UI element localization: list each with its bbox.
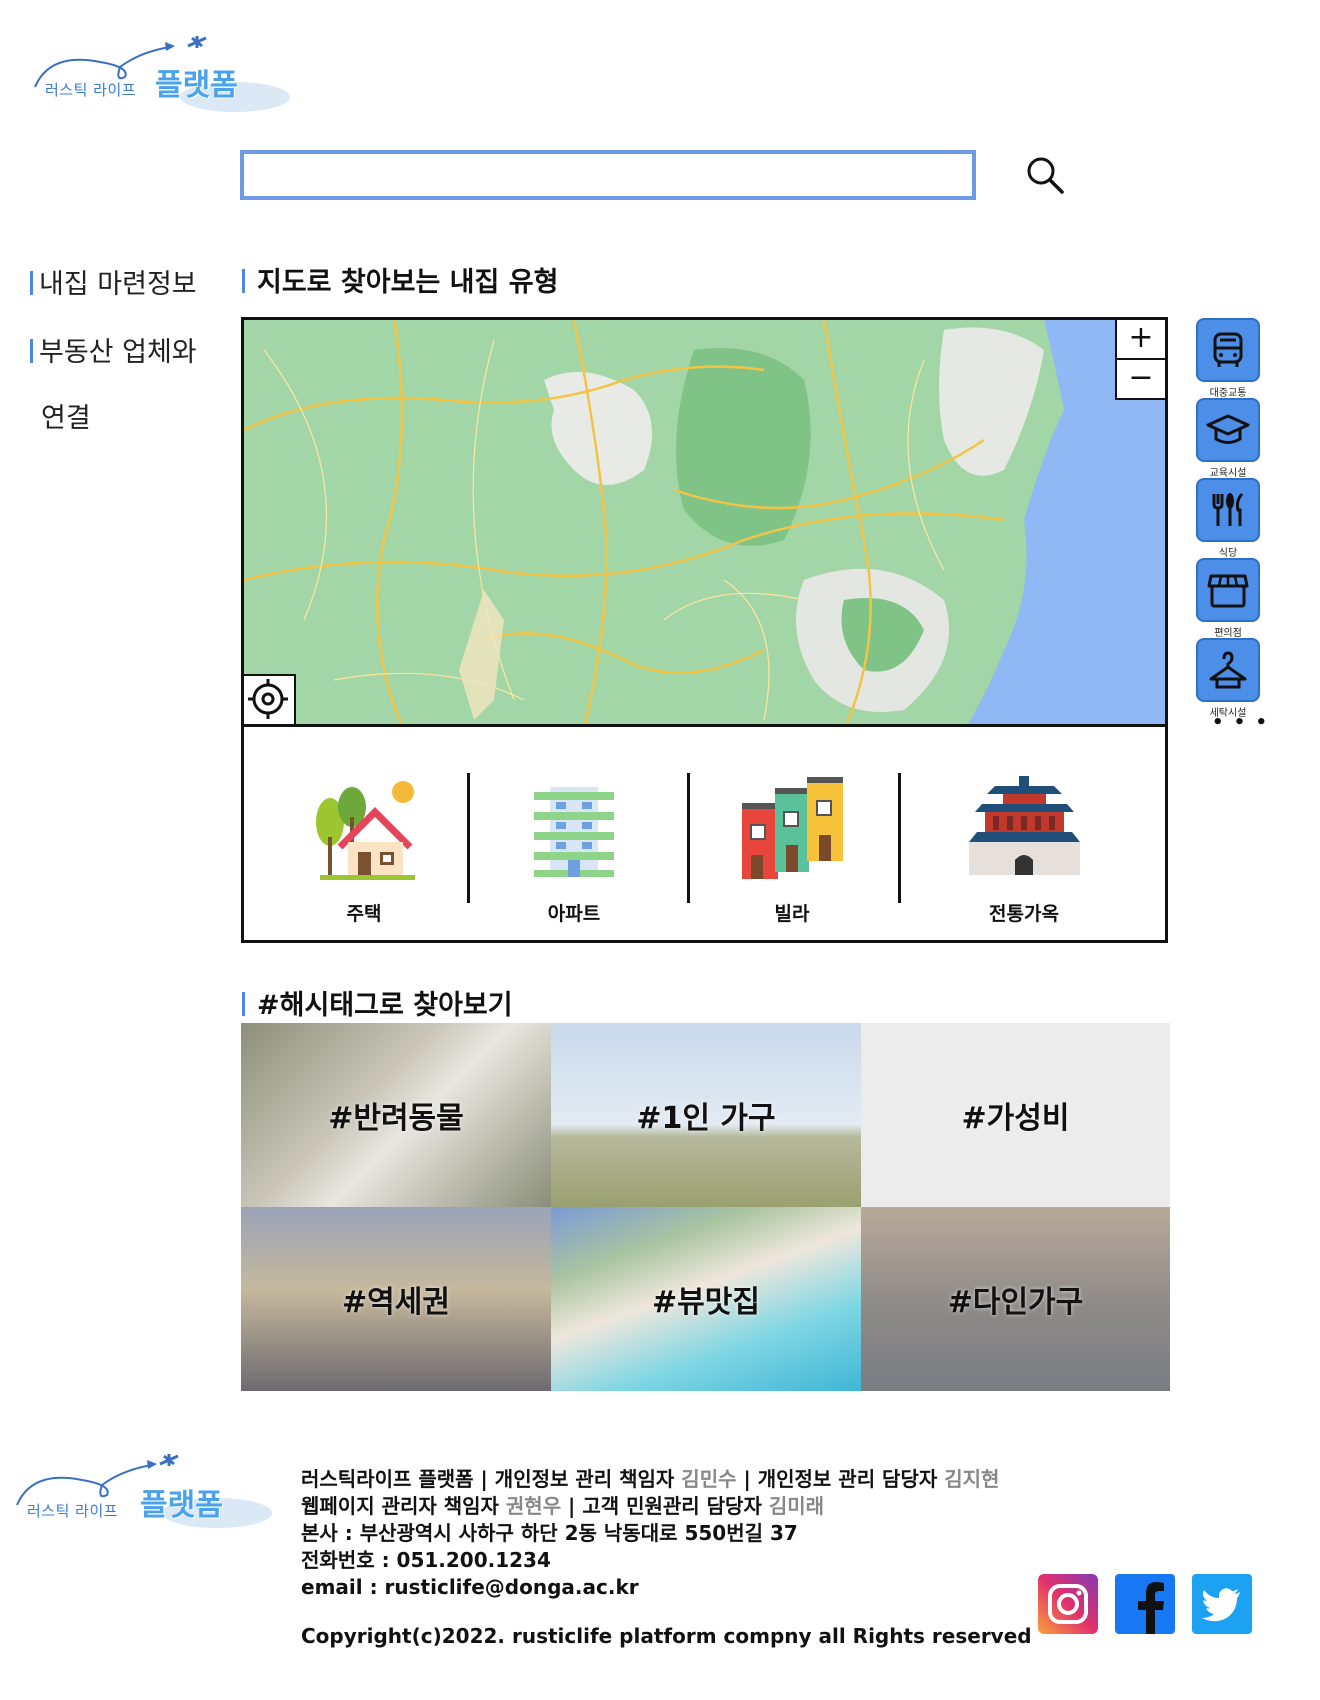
footer-line-2: 웹페이지 관리자 책임자 권현우 | 고객 민원관리 담당자 김미래 bbox=[301, 1494, 825, 1518]
map-canvas[interactable] bbox=[244, 320, 1168, 727]
hashtag-label: #뷰맛집 bbox=[652, 1285, 760, 1320]
instagram-button[interactable] bbox=[1038, 1574, 1098, 1634]
hashtag-pet[interactable]: #반려동물 bbox=[241, 1023, 551, 1207]
title-marker bbox=[242, 992, 245, 1016]
footer-logo[interactable]: 러스틱 라이프 플랫폼 bbox=[12, 1450, 272, 1530]
hashtag-view[interactable]: #뷰맛집 bbox=[551, 1207, 861, 1391]
type-divider bbox=[687, 773, 690, 903]
logo-big-text: 플랫폼 bbox=[155, 68, 238, 103]
facebook-button[interactable] bbox=[1115, 1574, 1175, 1634]
house-type-label: 주택 bbox=[346, 903, 382, 925]
sidebar-item-realestate[interactable]: 부동산 업체와 bbox=[30, 330, 197, 369]
facility-label: 식당 bbox=[1218, 548, 1238, 559]
villa-icon bbox=[742, 777, 843, 879]
hashtag-label: #1인 가구 bbox=[636, 1101, 776, 1136]
utensils-icon bbox=[1212, 492, 1244, 526]
map-view[interactable]: + − bbox=[241, 317, 1168, 727]
twitter-button[interactable] bbox=[1192, 1574, 1252, 1634]
type-divider bbox=[467, 773, 470, 903]
search-icon bbox=[1027, 157, 1064, 194]
house-type-label: 빌라 bbox=[774, 903, 810, 925]
facility-education[interactable]: 교육시설 bbox=[1196, 398, 1260, 479]
zoom-controls: + − bbox=[1115, 320, 1165, 400]
logo-big-text: 플랫폼 bbox=[140, 1488, 223, 1523]
footer-line-1: 러스틱라이프 플랫폼 | 개인정보 관리 책임자 김민수 | 개인정보 관리 담… bbox=[301, 1467, 1000, 1491]
footer-info: 러스틱라이프 플랫폼 | 개인정보 관리 책임자 김민수 | 개인정보 관리 담… bbox=[301, 1466, 999, 1601]
hashtag-label: #역세권 bbox=[342, 1285, 450, 1320]
title-marker bbox=[242, 269, 245, 293]
store-icon bbox=[1207, 574, 1249, 608]
graduation-cap-icon bbox=[1206, 414, 1250, 444]
hashtag-label: #반려동물 bbox=[328, 1101, 464, 1136]
facebook-icon bbox=[1115, 1574, 1175, 1634]
instagram-icon bbox=[1038, 1574, 1098, 1634]
sidebar-item-label: 내집 마련정보 bbox=[39, 269, 197, 300]
house-type-label: 아파트 bbox=[547, 903, 601, 925]
facility-button[interactable] bbox=[1196, 318, 1260, 382]
footer-address: 본사 : 부산광역시 사하구 하단 2동 낙동대로 550번길 37 bbox=[301, 1521, 798, 1545]
hashtag-label: #다인가구 bbox=[947, 1285, 1084, 1320]
hashtag-station-area[interactable]: #역세권 bbox=[241, 1207, 551, 1391]
map-section-title: 지도로 찾아보는 내집 유형 bbox=[242, 260, 558, 299]
site-logo[interactable]: 러스틱 라이프 플랫폼 bbox=[30, 32, 290, 112]
house-icon bbox=[316, 781, 415, 880]
sidebar-item-label: 부동산 업체와 bbox=[39, 337, 197, 368]
map-section-title-text: 지도로 찾아보는 내집 유형 bbox=[257, 267, 559, 298]
facility-restaurant[interactable]: 식당 bbox=[1196, 478, 1260, 559]
search-input[interactable] bbox=[240, 150, 976, 200]
facility-label: 교육시설 bbox=[1209, 468, 1247, 479]
hanger-icon bbox=[1209, 651, 1247, 689]
facility-button[interactable] bbox=[1196, 638, 1260, 702]
facility-button[interactable] bbox=[1196, 478, 1260, 542]
apartment-icon bbox=[534, 787, 614, 877]
facility-transit[interactable]: 대중교통 bbox=[1196, 318, 1260, 399]
house-type-panel: 주택 아파트 빌라 전통가옥 bbox=[241, 727, 1168, 943]
more-facilities-button[interactable]: • • • bbox=[1212, 712, 1269, 733]
type-divider bbox=[898, 773, 901, 903]
zoom-in-button[interactable]: + bbox=[1117, 320, 1165, 358]
facility-convenience-store[interactable]: 편의점 bbox=[1196, 558, 1260, 639]
hashtag-multi-household[interactable]: #다인가구 bbox=[861, 1207, 1170, 1391]
facility-label: 편의점 bbox=[1214, 628, 1242, 639]
my-location-button[interactable] bbox=[244, 674, 296, 724]
sidebar-marker bbox=[30, 339, 33, 363]
hashtag-value[interactable]: #가성비 bbox=[861, 1023, 1170, 1207]
hashtag-single-household[interactable]: #1인 가구 bbox=[551, 1023, 861, 1207]
house-type-label: 전통가옥 bbox=[989, 903, 1059, 925]
facility-button[interactable] bbox=[1196, 558, 1260, 622]
search-button[interactable] bbox=[1022, 152, 1070, 200]
zoom-out-button[interactable]: − bbox=[1117, 358, 1165, 398]
hashtag-label: #가성비 bbox=[961, 1101, 1070, 1136]
logo-small-text: 러스틱 라이프 bbox=[45, 81, 137, 99]
facility-button[interactable] bbox=[1196, 398, 1260, 462]
hashtag-section-title-text: #해시태그로 찾아보기 bbox=[257, 990, 513, 1021]
facility-label: 대중교통 bbox=[1209, 388, 1247, 399]
sidebar-marker bbox=[30, 271, 33, 295]
twitter-icon bbox=[1192, 1574, 1252, 1634]
logo-small-text: 러스틱 라이프 bbox=[27, 1502, 119, 1520]
sidebar-item-label: 연결 bbox=[41, 403, 91, 434]
target-icon bbox=[248, 679, 288, 719]
facility-laundry[interactable]: 세탁시설 bbox=[1196, 638, 1260, 719]
footer-phone: 전화번호 : 051.200.1234 bbox=[301, 1548, 551, 1572]
traditional-house-icon bbox=[969, 776, 1080, 875]
sidebar-item-home-info[interactable]: 내집 마련정보 bbox=[30, 262, 197, 301]
sidebar-item-realestate-cont[interactable]: 연결 bbox=[30, 396, 91, 435]
footer-email[interactable]: email : rusticlife@donga.ac.kr bbox=[301, 1574, 999, 1601]
hashtag-section-title: #해시태그로 찾아보기 bbox=[242, 983, 513, 1022]
bus-icon bbox=[1213, 332, 1243, 367]
footer-copyright: Copyright(c)2022. rusticlife platform co… bbox=[301, 1624, 1032, 1648]
